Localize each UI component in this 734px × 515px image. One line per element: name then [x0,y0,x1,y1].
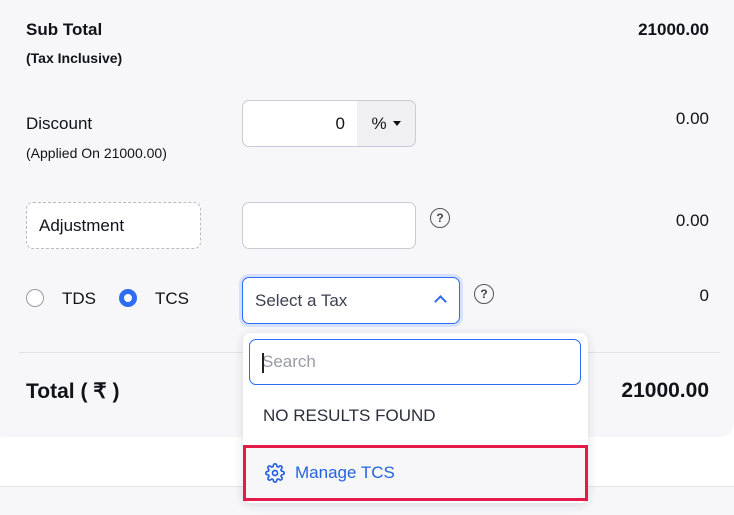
discount-sublabel: (Applied On 21000.00) [26,145,167,161]
question-circle-icon[interactable]: ? [430,208,450,228]
manage-tcs-label: Manage TCS [295,463,395,482]
gear-icon [265,463,285,483]
caret-down-icon [392,121,401,126]
discount-label: Discount [26,114,93,133]
tax-search-input[interactable] [249,339,581,385]
tax-dropdown: NO RESULTS FOUND Manage TCS [243,333,588,503]
tds-radio[interactable] [26,289,44,307]
total-label: Total ( ₹ ) [26,380,120,403]
subtotal-sublabel: (Tax Inclusive) [26,50,123,66]
tcs-radio[interactable] [119,289,137,307]
tax-amount: 0 [699,286,709,305]
manage-tcs-button[interactable]: Manage TCS [243,445,588,501]
chevron-up-icon [434,295,447,308]
discount-unit-label: % [371,113,387,133]
tds-label[interactable]: TDS [62,289,96,309]
adjustment-amount: 0.00 [675,211,709,230]
tcs-label[interactable]: TCS [155,289,189,309]
subtotal-label: Sub Total [26,20,103,39]
question-circle-icon[interactable]: ? [474,284,494,304]
adjustment-label-input[interactable]: Adjustment [26,202,201,249]
discount-unit-dropdown[interactable]: % [357,100,416,147]
no-results-text: NO RESULTS FOUND [263,406,436,425]
tax-select[interactable]: Select a Tax [242,277,460,324]
total-amount: 21000.00 [621,379,709,402]
adjustment-label: Adjustment [39,215,125,235]
text-cursor [262,353,264,373]
discount-input[interactable] [242,100,358,147]
tax-select-placeholder: Select a Tax [255,290,348,310]
discount-amount: 0.00 [675,109,709,128]
subtotal-amount: 21000.00 [638,20,709,39]
adjustment-input[interactable] [242,202,416,249]
